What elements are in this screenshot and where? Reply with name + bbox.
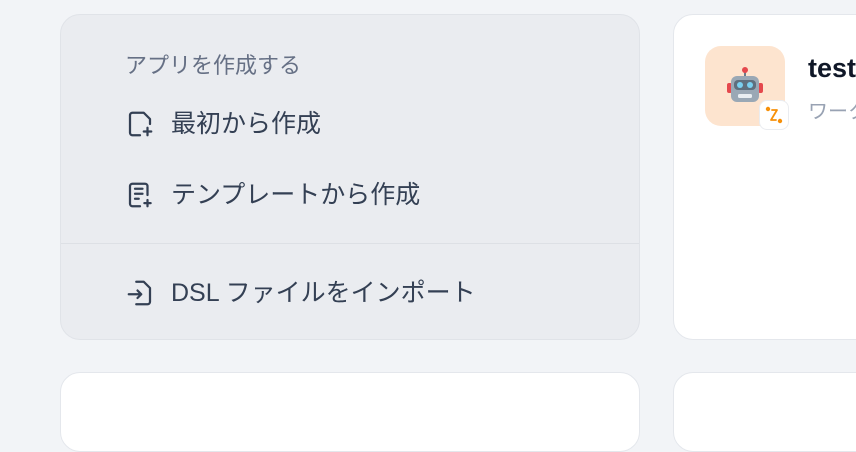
create-from-template-button[interactable]: テンプレートから作成 bbox=[125, 173, 420, 217]
app-card[interactable] bbox=[673, 372, 856, 452]
import-dsl-button[interactable]: DSL ファイルをインポート bbox=[125, 271, 476, 315]
create-from-template-label: テンプレートから作成 bbox=[171, 181, 421, 209]
import-dsl-label: DSL ファイルをインポート bbox=[171, 279, 476, 307]
workflow-badge bbox=[759, 100, 789, 130]
file-text-plus-icon bbox=[128, 182, 152, 208]
create-from-blank-button[interactable]: 最初から作成 bbox=[125, 102, 321, 146]
file-import-icon bbox=[127, 280, 152, 306]
app-card[interactable]: test ワーク bbox=[673, 14, 856, 340]
file-plus-icon bbox=[128, 111, 153, 137]
workflow-icon bbox=[765, 106, 783, 124]
create-from-blank-label: 最初から作成 bbox=[171, 110, 322, 138]
robot-icon bbox=[727, 67, 763, 102]
app-name: test bbox=[808, 53, 856, 83]
app-type: ワーク bbox=[808, 101, 856, 123]
menu-divider bbox=[61, 243, 639, 244]
create-app-card: アプリを作成する 最初から作成 テンプレートから作成 DSL ファイルをインポー… bbox=[60, 14, 640, 340]
app-icon bbox=[705, 46, 789, 130]
create-app-title: アプリを作成する bbox=[125, 53, 302, 78]
app-card[interactable] bbox=[60, 372, 640, 452]
